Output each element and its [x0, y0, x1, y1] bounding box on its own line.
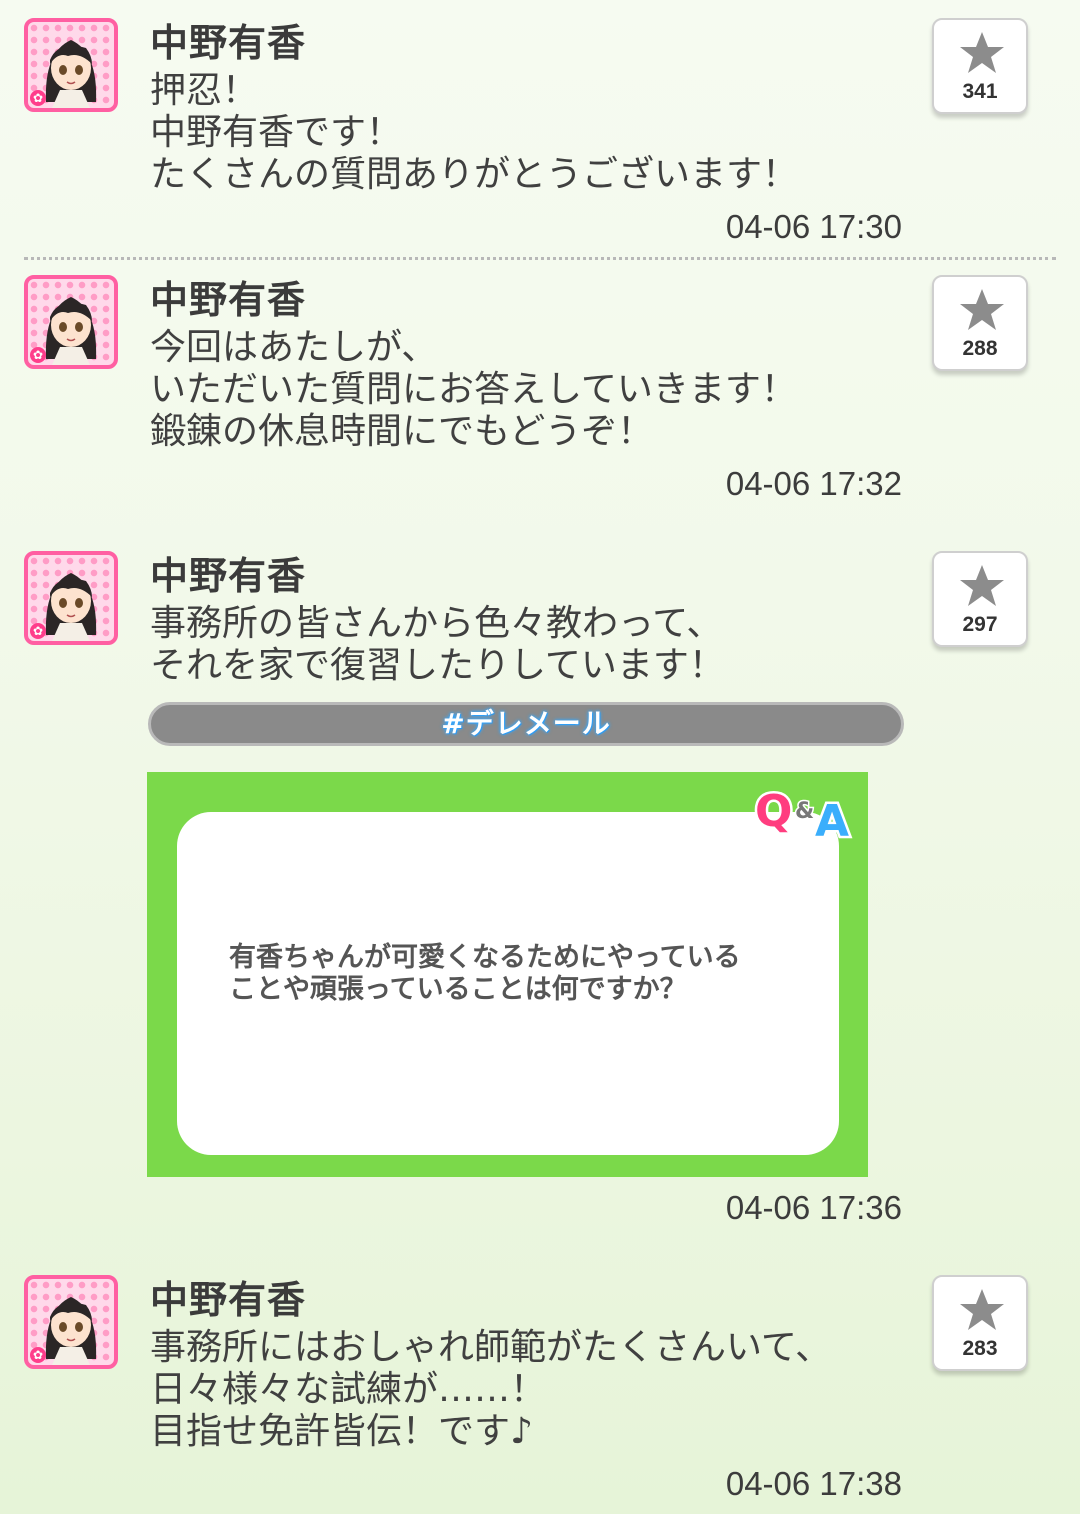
svg-text:Q: Q	[755, 786, 792, 837]
flower-icon: ✿	[30, 347, 46, 363]
post-timestamp: 04-06 17:30	[725, 208, 902, 245]
avatar-icon[interactable]: ✿	[24, 1275, 118, 1369]
author-name[interactable]: 中野有香	[150, 1269, 306, 1324]
star-icon	[960, 565, 1004, 606]
flower-icon: ✿	[30, 1347, 46, 1363]
qa-card-panel: 有香ちゃんが可愛くなるためにやっている ことや頑張っていることは何ですか？	[177, 812, 839, 1155]
star-button[interactable]: 297	[932, 551, 1028, 647]
hashtag-link[interactable]: #デレメール	[148, 702, 904, 746]
star-button[interactable]: 341	[932, 18, 1028, 114]
qa-image-card[interactable]: 有香ちゃんが可愛くなるためにやっている ことや頑張っていることは何ですか？ Q …	[147, 772, 868, 1177]
svg-text:&: &	[795, 799, 814, 824]
post-text: 事務所の皆さんから色々教わって、 それを家で復習したりしています！	[150, 603, 725, 686]
qa-logo-icon: Q & A	[753, 784, 852, 845]
post-timestamp: 04-06 17:36	[725, 1189, 902, 1226]
post-timestamp: 04-06 17:38	[725, 1465, 902, 1502]
star-count: 288	[962, 337, 998, 360]
flower-icon: ✿	[30, 90, 46, 106]
star-count: 341	[962, 80, 998, 103]
avatar-icon[interactable]: ✿	[24, 551, 118, 645]
star-button[interactable]: 283	[932, 1275, 1028, 1371]
divider	[24, 257, 1056, 260]
star-icon	[960, 32, 1004, 73]
star-count: 283	[962, 1337, 998, 1360]
post-text: 今回はあたしが、 いただいた質問にお答えしていきます！ 鍛錬の休息時間にでもどう…	[150, 327, 797, 452]
author-name[interactable]: 中野有香	[150, 269, 306, 324]
avatar-icon[interactable]: ✿	[24, 275, 118, 369]
qa-question: 有香ちゃんが可愛くなるためにやっている ことや頑張っていることは何ですか？	[229, 942, 741, 1005]
avatar-icon[interactable]: ✿	[24, 18, 118, 112]
post-timestamp: 04-06 17:32	[725, 465, 902, 502]
hashtag-label: #デレメール	[441, 707, 611, 740]
star-button[interactable]: 288	[932, 275, 1028, 371]
author-name[interactable]: 中野有香	[150, 545, 306, 600]
author-name[interactable]: 中野有香	[150, 12, 306, 67]
post-text: 押忍！ 中野有香です！ たくさんの質問ありがとうございます！	[150, 70, 799, 195]
star-icon	[960, 289, 1004, 330]
star-count: 297	[962, 613, 998, 636]
star-icon	[960, 1289, 1004, 1330]
flower-icon: ✿	[30, 623, 46, 639]
svg-text:A: A	[815, 796, 849, 844]
post-text: 事務所にはおしゃれ師範がたくさんいて、 日々様々な試練が……！ 目指せ免許皆伝！…	[150, 1327, 832, 1452]
